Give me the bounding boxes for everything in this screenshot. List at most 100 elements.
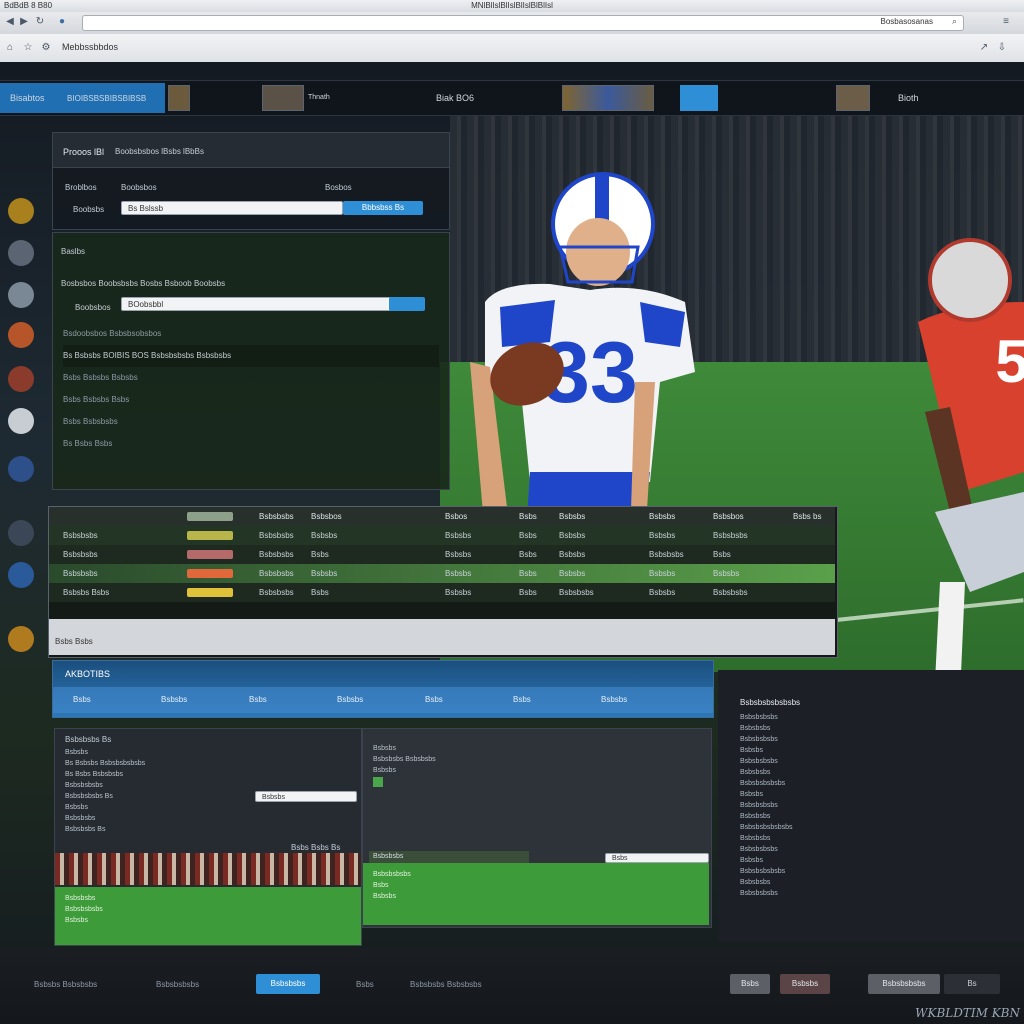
bottom-left-line: Bsbsbs: [65, 749, 88, 756]
column-label: Broblbos: [65, 183, 97, 192]
settings-icon[interactable]: ⚙: [40, 42, 52, 54]
bottom-left-input[interactable]: Bsbsbs: [255, 791, 357, 802]
tab-3[interactable]: Bioth: [898, 83, 919, 113]
tab-2[interactable]: Biak BO6: [436, 83, 474, 113]
team-crest-icon[interactable]: [8, 282, 34, 308]
right-panel-line: Bsbsbsbs: [740, 813, 771, 820]
filter-row[interactable]: Bsbs Bsbsbs Bsbs: [63, 389, 439, 411]
search-panel-header: Prooos lBl Boobsbsbos lBsbs lBbBs: [53, 133, 449, 168]
section-bar-item[interactable]: Bsbsbs: [337, 695, 363, 704]
bookmark-label[interactable]: Mebbssbbdos: [62, 42, 118, 52]
thumbnail-2-label: Thnath: [308, 94, 330, 101]
search-icon[interactable]: ⌕: [952, 16, 957, 27]
thumbnail-3[interactable]: [562, 85, 654, 111]
table-cell: Bsbsbsbs: [63, 569, 98, 578]
right-panel-line: Bsbsbsbsbs: [740, 758, 778, 765]
team-crest-icon[interactable]: [8, 456, 34, 482]
reload-icon[interactable]: ↻: [34, 16, 46, 28]
back-icon[interactable]: ◀: [4, 16, 16, 28]
footer-link[interactable]: Bsbsbsbsbs: [156, 980, 199, 989]
right-panel-line: Bsbsbsbsbs: [740, 890, 778, 897]
section-bar-item[interactable]: Bsbsbs: [161, 695, 187, 704]
search-panel-subtitle: Boobsbsbos lBsbs lBbBs: [115, 147, 204, 156]
bottom-left-green-line: Bsbsbs: [65, 917, 88, 924]
table-row[interactable]: Bsbsbs Bsbs Bsbsbsbs Bsbs Bsbsbs Bsbs Bsbsbsb…: [49, 583, 835, 602]
url-field[interactable]: Bosbasosanas ⌕: [82, 15, 964, 31]
filter-row[interactable]: Bs Bsbsbs BOIBIS BOS Bsbsbsbsbs Bsbsbsbs: [63, 345, 439, 367]
right-panel-line: Bsbsbsbs: [740, 835, 771, 842]
section-bar-item[interactable]: Bsbs: [513, 695, 531, 704]
download-icon[interactable]: ⇩: [996, 42, 1008, 54]
section-bar-item[interactable]: Bsbs: [73, 695, 91, 704]
filter-button[interactable]: [389, 297, 425, 311]
table-row[interactable]: Bsbsbsbs Bsbsbsbs Bsbs Bsbsbs Bsbs Bsbsbs Bsbs…: [49, 545, 835, 564]
bottom-left-line: Bsbsbsbs Bs: [65, 826, 106, 833]
filter-row[interactable]: Bsbs Bsbsbs Bsbsbs: [63, 367, 439, 389]
share-icon[interactable]: ↗: [978, 42, 990, 54]
right-panel-line: Bsbsbsbs: [740, 725, 771, 732]
team-crest-icon[interactable]: [8, 366, 34, 392]
right-panel-line: Bsbsbsbs: [740, 769, 771, 776]
table-header-cell[interactable]: Bsbsbos: [713, 507, 744, 526]
thumbnail-2[interactable]: [262, 85, 304, 111]
footer-button[interactable]: Bs: [944, 974, 1000, 994]
table-cell: Bsbsbsbs: [259, 569, 294, 578]
table-header-cell[interactable]: Bsbs bs: [793, 507, 821, 526]
right-panel-line: Bsbsbs: [740, 857, 763, 864]
thumbnail-1[interactable]: [168, 85, 190, 111]
section-bar-item[interactable]: Bsbs: [249, 695, 267, 704]
footer-button[interactable]: Bsbsbs: [780, 974, 830, 994]
table-header-cell[interactable]: Bsbsbos: [311, 507, 342, 526]
team-crest-icon[interactable]: [8, 562, 34, 588]
bottom-left-line: Bsbsbsbsbs: [65, 782, 103, 789]
team-crest-icon[interactable]: [8, 520, 34, 546]
table-header-cell[interactable]: Bsbsbs: [559, 507, 585, 526]
tab-active[interactable]: Bisabtos BIOIBSBSBIBSBIBSB: [0, 83, 165, 113]
table-row[interactable]: Bsbsbsbs Bsbsbsbs Bsbsbs Bsbsbs Bsbs Bsbsbs Bs…: [49, 526, 835, 545]
filter-input[interactable]: BOobsbbl: [121, 297, 391, 311]
table-footer-text: Bsbs Bsbs: [55, 637, 93, 646]
footer-link[interactable]: Bsbsbsbs Bsbsbsbs: [410, 980, 482, 989]
home-icon[interactable]: ⌂: [4, 42, 16, 54]
team-crest-icon[interactable]: [8, 408, 34, 434]
section-bar-title: AKBOTIBS: [65, 669, 111, 679]
table-header-cell[interactable]: Bsbos: [445, 507, 467, 526]
table-row[interactable]: Bsbsbsbs Bsbsbsbs Bsbsbs Bsbsbs Bsbs Bsbsbs Bs…: [49, 564, 835, 583]
bottom-left-green-lines: Bsbsbsbs Bsbsbsbsbs Bsbsbs: [55, 887, 361, 932]
footer-link[interactable]: Bsbsbs Bsbsbsbs: [34, 980, 97, 989]
thumbnail-4[interactable]: [836, 85, 870, 111]
search-input[interactable]: Bs Bslssb: [121, 201, 343, 215]
table-header-cell[interactable]: Bsbs: [519, 507, 537, 526]
table-cell: Bsbsbs: [311, 531, 338, 540]
table-header-cell[interactable]: Bsbsbs: [649, 507, 675, 526]
primary-button[interactable]: Bsbsbsbs: [256, 974, 320, 994]
filter-row[interactable]: Bsbs Bsbsbsbs: [63, 411, 439, 433]
section-bar-item[interactable]: Bsbsbs: [601, 695, 627, 704]
bottom-middle-green-line: Bsbsbsbsbs: [373, 871, 411, 878]
team-crest-icon[interactable]: [8, 626, 34, 652]
star-icon[interactable]: ☆: [22, 42, 34, 54]
footer-link[interactable]: Bsbs: [356, 980, 374, 989]
table-cell: Bsbsbsbs: [559, 588, 594, 597]
table-cell: Bsbsbs: [445, 550, 472, 559]
tab-active-label: Bisabtos: [10, 93, 45, 103]
search-button[interactable]: Bbbsbss Bs: [343, 201, 423, 215]
team-crest-icon[interactable]: [8, 198, 34, 224]
team-crest-icon[interactable]: [8, 322, 34, 348]
table-cell: Bsbsbsbs: [259, 588, 294, 597]
address-bar-row: ◀ ▶ ↻ ● Bosbasosanas ⌕ ≡: [0, 12, 1024, 35]
bottom-middle-input[interactable]: Bsbs: [605, 853, 709, 863]
table-cell: Bsbs: [519, 588, 537, 597]
footer-button[interactable]: Bsbsbsbsbs: [868, 974, 940, 994]
right-panel-title: Bsbsbsbsbsbsbs: [740, 698, 801, 707]
filter-row[interactable]: Bsdoobsbos Bsbsbsobsbos: [63, 323, 439, 345]
menu-icon[interactable]: ≡: [1000, 16, 1012, 28]
team-crest-icon[interactable]: [8, 240, 34, 266]
section-bar-item[interactable]: Bsbs: [425, 695, 443, 704]
footer-button[interactable]: Bsbs: [730, 974, 770, 994]
footer-bar: Bsbsbs Bsbsbsbs Bsbsbsbsbs Bsbsbsbs Bsbs…: [0, 948, 1024, 1024]
tab-blue-button[interactable]: [680, 85, 718, 111]
table-header-cell[interactable]: Bsbsbsbs: [259, 507, 294, 526]
filter-row[interactable]: Bs Bsbs Bsbs: [63, 433, 439, 455]
forward-icon[interactable]: ▶: [18, 16, 30, 28]
